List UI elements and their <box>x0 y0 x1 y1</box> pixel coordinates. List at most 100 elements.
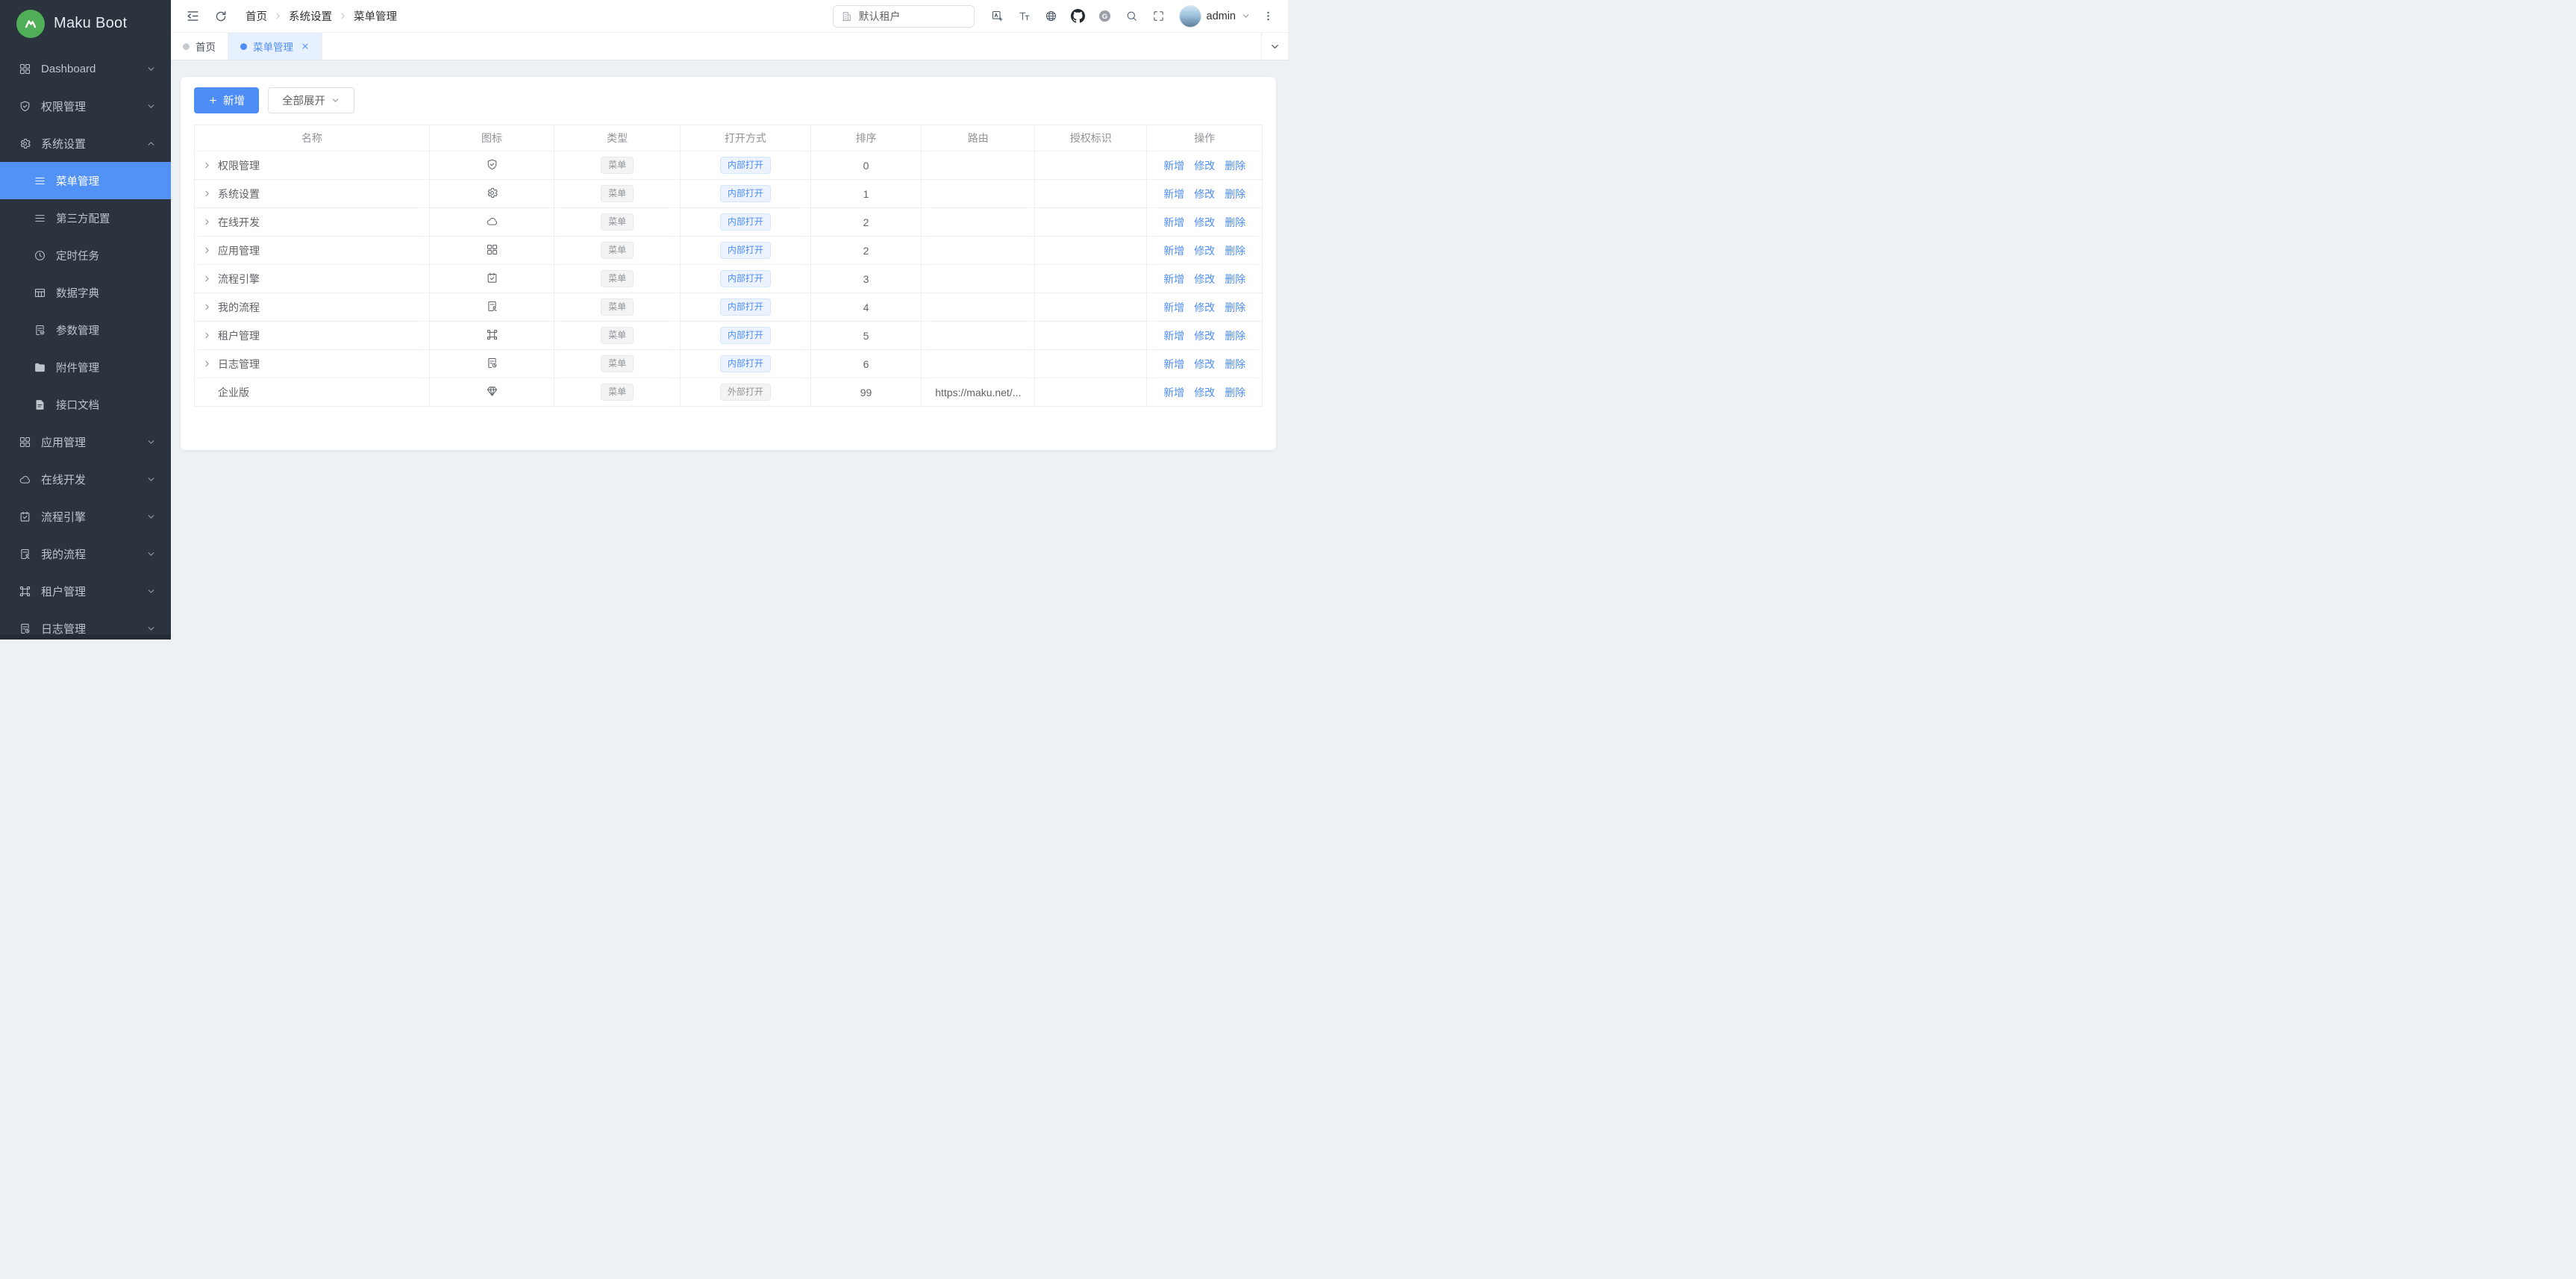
row-action-删除[interactable]: 删除 <box>1225 158 1245 173</box>
row-action-新增[interactable]: 新增 <box>1163 357 1184 372</box>
row-action-删除[interactable]: 删除 <box>1225 215 1245 230</box>
expand-row-icon[interactable] <box>202 302 213 312</box>
sidebar-item[interactable]: 流程引擎 <box>0 498 171 535</box>
row-action-修改[interactable]: 修改 <box>1194 187 1215 201</box>
sidebar-item[interactable]: 应用管理 <box>0 423 171 460</box>
page-content: 新增 全部展开 名称图标类型打开方式排序路由授权标识操作 权限管理菜单内部打开0… <box>171 60 1288 640</box>
tenant-value: 默认租户 <box>859 9 901 24</box>
row-action-删除[interactable]: 删除 <box>1225 187 1245 201</box>
sidebar-subitem[interactable]: 参数管理 <box>0 311 171 348</box>
globe-icon[interactable] <box>1040 5 1063 28</box>
open-mode-tag: 内部打开 <box>720 270 771 288</box>
expand-row-icon[interactable] <box>202 189 213 198</box>
user-menu[interactable]: admin <box>1179 5 1251 28</box>
app-root: Maku Boot Dashboard权限管理系统设置菜单管理第三方配置定时任务… <box>0 0 1288 640</box>
doc-user-icon <box>19 548 31 560</box>
breadcrumb-item[interactable]: 首页 <box>246 8 267 24</box>
row-actions: 新增修改删除 <box>1147 272 1262 287</box>
sidebar-subitem-label: 数据字典 <box>56 285 156 301</box>
search-icon[interactable] <box>1121 5 1143 28</box>
sidebar-item[interactable]: 我的流程 <box>0 535 171 572</box>
row-action-修改[interactable]: 修改 <box>1194 357 1215 372</box>
route-value <box>922 350 1035 378</box>
row-action-删除[interactable]: 删除 <box>1225 357 1245 372</box>
sidebar-subitem[interactable]: 定时任务 <box>0 237 171 274</box>
add-button[interactable]: 新增 <box>194 87 259 113</box>
top-header: 首页 系统设置 菜单管理 默认租户 G admin <box>171 0 1288 33</box>
row-actions: 新增修改删除 <box>1147 187 1262 201</box>
row-action-新增[interactable]: 新增 <box>1163 328 1184 343</box>
gitee-icon[interactable]: G <box>1094 5 1116 28</box>
column-header: 路由 <box>922 125 1035 151</box>
tab-bar: 首页菜单管理 <box>171 33 1288 60</box>
building-icon <box>841 10 853 22</box>
row-action-新增[interactable]: 新增 <box>1163 385 1184 400</box>
expand-row-icon[interactable] <box>202 331 213 340</box>
sort-value: 4 <box>810 293 922 322</box>
row-action-修改[interactable]: 修改 <box>1194 158 1215 173</box>
row-action-修改[interactable]: 修改 <box>1194 243 1215 258</box>
sidebar-item[interactable]: 系统设置 <box>0 125 171 162</box>
menu-name: 系统设置 <box>218 187 260 201</box>
row-action-修改[interactable]: 修改 <box>1194 300 1215 315</box>
row-action-删除[interactable]: 删除 <box>1225 385 1245 400</box>
row-action-修改[interactable]: 修改 <box>1194 328 1215 343</box>
row-action-删除[interactable]: 删除 <box>1225 272 1245 287</box>
breadcrumb-item[interactable]: 系统设置 <box>289 8 332 24</box>
tab-菜单管理[interactable]: 菜单管理 <box>228 33 322 60</box>
expand-row-icon[interactable] <box>202 274 213 284</box>
row-action-修改[interactable]: 修改 <box>1194 272 1215 287</box>
github-icon[interactable] <box>1067 5 1090 28</box>
refresh-icon[interactable] <box>210 5 232 28</box>
sidebar-item[interactable]: 在线开发 <box>0 460 171 498</box>
row-action-新增[interactable]: 新增 <box>1163 243 1184 258</box>
type-tag: 菜单 <box>601 157 634 175</box>
sidebar-item[interactable]: 日志管理 <box>0 610 171 635</box>
row-action-新增[interactable]: 新增 <box>1163 215 1184 230</box>
sidebar-item[interactable]: 租户管理 <box>0 572 171 610</box>
row-action-修改[interactable]: 修改 <box>1194 215 1215 230</box>
sidebar-subitem[interactable]: 数据字典 <box>0 274 171 311</box>
row-action-修改[interactable]: 修改 <box>1194 385 1215 400</box>
expand-all-button[interactable]: 全部展开 <box>268 87 354 113</box>
row-action-新增[interactable]: 新增 <box>1163 158 1184 173</box>
sidebar-subitem[interactable]: 接口文档 <box>0 386 171 423</box>
table-toolbar: 新增 全部展开 <box>194 87 1263 113</box>
sidebar-item[interactable]: 权限管理 <box>0 87 171 125</box>
expand-row-icon[interactable] <box>202 359 213 369</box>
close-icon[interactable] <box>301 42 310 51</box>
cloud-icon <box>19 473 31 486</box>
tab-首页[interactable]: 首页 <box>171 33 228 60</box>
row-action-新增[interactable]: 新增 <box>1163 272 1184 287</box>
row-action-删除[interactable]: 删除 <box>1225 300 1245 315</box>
font-size-icon[interactable] <box>1013 5 1036 28</box>
sort-value: 3 <box>810 265 922 293</box>
fullscreen-icon[interactable] <box>1148 5 1170 28</box>
row-action-新增[interactable]: 新增 <box>1163 300 1184 315</box>
row-actions: 新增修改删除 <box>1147 357 1262 372</box>
row-action-新增[interactable]: 新增 <box>1163 187 1184 201</box>
sidebar-subitem[interactable]: 附件管理 <box>0 348 171 386</box>
tabs-dropdown-icon[interactable] <box>1261 33 1288 60</box>
row-action-删除[interactable]: 删除 <box>1225 328 1245 343</box>
sidebar: Maku Boot Dashboard权限管理系统设置菜单管理第三方配置定时任务… <box>0 0 171 640</box>
collapse-sidebar-icon[interactable] <box>181 5 204 28</box>
type-tag: 菜单 <box>601 270 634 288</box>
chevron-down-icon <box>146 475 156 484</box>
expand-row-icon[interactable] <box>202 217 213 227</box>
row-action-删除[interactable]: 删除 <box>1225 243 1245 258</box>
sidebar-subitem-label: 菜单管理 <box>56 173 156 189</box>
sidebar-subitem[interactable]: 第三方配置 <box>0 199 171 237</box>
kebab-menu-icon[interactable] <box>1257 5 1279 28</box>
sidebar-item[interactable]: Dashboard <box>0 50 171 87</box>
row-actions: 新增修改删除 <box>1147 243 1262 258</box>
chevron-down-icon <box>146 587 156 596</box>
tab-dot <box>240 43 247 50</box>
tenant-select[interactable]: 默认租户 <box>833 5 975 28</box>
sidebar-subitem[interactable]: 菜单管理 <box>0 162 171 199</box>
expand-row-icon[interactable] <box>202 246 213 255</box>
breadcrumb-item[interactable]: 菜单管理 <box>354 8 397 24</box>
type-tag: 菜单 <box>601 355 634 373</box>
translate-icon[interactable] <box>987 5 1009 28</box>
expand-row-icon[interactable] <box>202 160 213 170</box>
